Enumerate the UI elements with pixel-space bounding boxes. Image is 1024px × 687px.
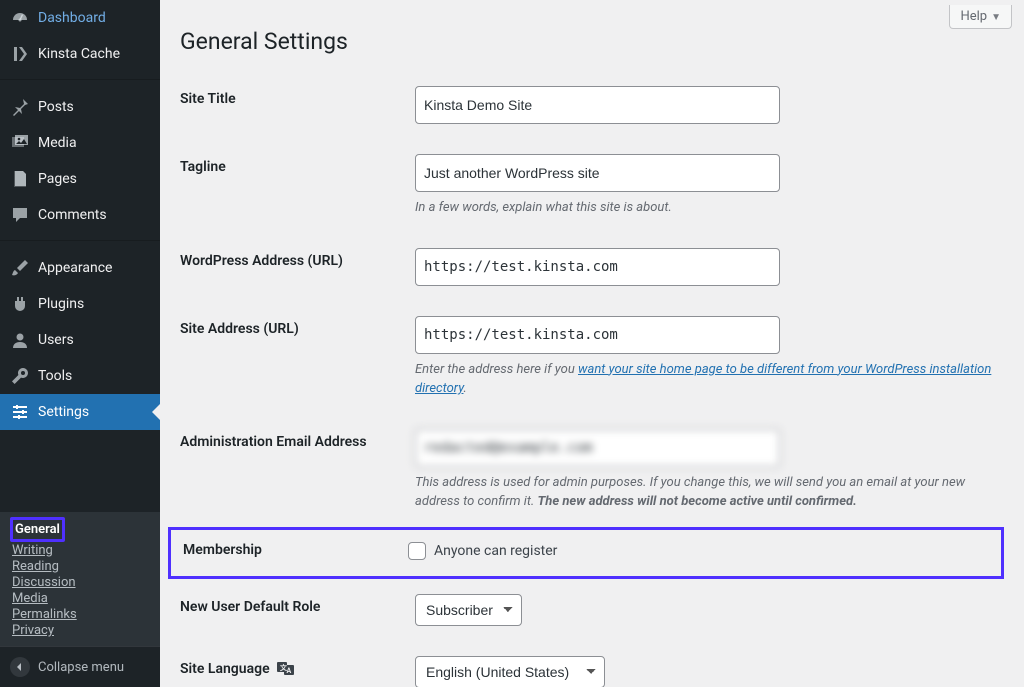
main-content: Help ▼ General Settings Site Title Taglin…: [160, 0, 1024, 687]
sidebar-item-comments[interactable]: Comments: [0, 197, 160, 233]
site-url-input[interactable]: [415, 316, 780, 354]
collapse-icon: [10, 657, 30, 677]
field-label-site-title: Site Title: [180, 71, 405, 139]
default-role-select[interactable]: Subscriber: [415, 594, 522, 626]
submenu-label: Privacy: [12, 623, 54, 638]
dashboard-icon: [10, 8, 30, 28]
tools-icon: [10, 366, 30, 386]
collapse-menu-button[interactable]: Collapse menu: [0, 646, 160, 687]
pages-icon: [10, 169, 30, 189]
kinsta-icon: [10, 44, 30, 64]
sidebar-label: Posts: [38, 99, 74, 115]
sidebar-label: Plugins: [38, 296, 84, 312]
collapse-label: Collapse menu: [38, 660, 124, 675]
sidebar-item-kinsta-cache[interactable]: Kinsta Cache: [0, 36, 160, 72]
users-icon: [10, 330, 30, 350]
sidebar-label: Settings: [38, 404, 89, 420]
sidebar-label: Dashboard: [38, 10, 106, 26]
sidebar-item-settings[interactable]: Settings: [0, 394, 160, 430]
chevron-down-icon: ▼: [991, 12, 1001, 23]
sidebar-label: Media: [38, 135, 77, 151]
site-language-select[interactable]: English (United States): [415, 656, 605, 687]
tagline-input[interactable]: [415, 154, 780, 192]
field-label-membership: Membership: [183, 542, 408, 564]
translate-icon: 文A: [277, 661, 294, 676]
media-icon: [10, 133, 30, 153]
sidebar-label: Comments: [38, 207, 107, 223]
sidebar-item-posts[interactable]: Posts: [0, 89, 160, 125]
settings-submenu: General Writing Reading Discussion Media…: [0, 512, 160, 646]
submenu-item-privacy[interactable]: Privacy: [0, 617, 66, 644]
sidebar-label: Users: [38, 332, 74, 348]
admin-email-input[interactable]: [415, 429, 780, 467]
field-label-tagline: Tagline: [180, 139, 405, 233]
brush-icon: [10, 258, 30, 278]
settings-form: Site Title Tagline In a few words, expla…: [180, 71, 1004, 687]
sidebar-item-dashboard[interactable]: Dashboard: [0, 0, 160, 36]
sidebar-item-tools[interactable]: Tools: [0, 358, 160, 394]
membership-checkbox-label[interactable]: Anyone can register: [408, 542, 557, 560]
membership-checkbox[interactable]: [408, 542, 426, 560]
settings-icon: [10, 402, 30, 422]
sidebar-label: Tools: [38, 368, 72, 384]
sidebar-item-plugins[interactable]: Plugins: [0, 286, 160, 322]
field-label-admin-email: Administration Email Address: [180, 414, 405, 527]
help-tab[interactable]: Help ▼: [949, 5, 1012, 29]
wp-url-input[interactable]: [415, 248, 780, 286]
submenu-label: General: [15, 522, 60, 537]
tagline-description: In a few words, explain what this site i…: [415, 198, 994, 218]
site-title-input[interactable]: [415, 86, 780, 124]
field-label-default-role: New User Default Role: [180, 579, 405, 641]
site-url-description: Enter the address here if you want your …: [415, 360, 994, 399]
admin-email-description: This address is used for admin purposes.…: [415, 473, 994, 512]
sidebar-item-appearance[interactable]: Appearance: [0, 250, 160, 286]
field-label-site-url: Site Address (URL): [180, 301, 405, 414]
sidebar-item-pages[interactable]: Pages: [0, 161, 160, 197]
svg-text:A: A: [287, 667, 292, 675]
field-label-wp-url: WordPress Address (URL): [180, 233, 405, 301]
admin-menu: Dashboard Kinsta Cache Posts Media Pages…: [0, 0, 160, 513]
membership-checkbox-text: Anyone can register: [434, 543, 557, 559]
sidebar-label: Pages: [38, 171, 77, 187]
page-title: General Settings: [180, 0, 1004, 71]
sidebar-item-media[interactable]: Media: [0, 125, 160, 161]
plugin-icon: [10, 294, 30, 314]
sidebar-label: Appearance: [38, 260, 112, 276]
pin-icon: [10, 97, 30, 117]
sidebar-label: Kinsta Cache: [38, 46, 120, 62]
help-label: Help: [960, 9, 987, 24]
admin-sidebar: Dashboard Kinsta Cache Posts Media Pages…: [0, 0, 160, 687]
field-label-site-language: Site Language 文A: [180, 641, 405, 687]
sidebar-item-users[interactable]: Users: [0, 322, 160, 358]
comments-icon: [10, 205, 30, 225]
